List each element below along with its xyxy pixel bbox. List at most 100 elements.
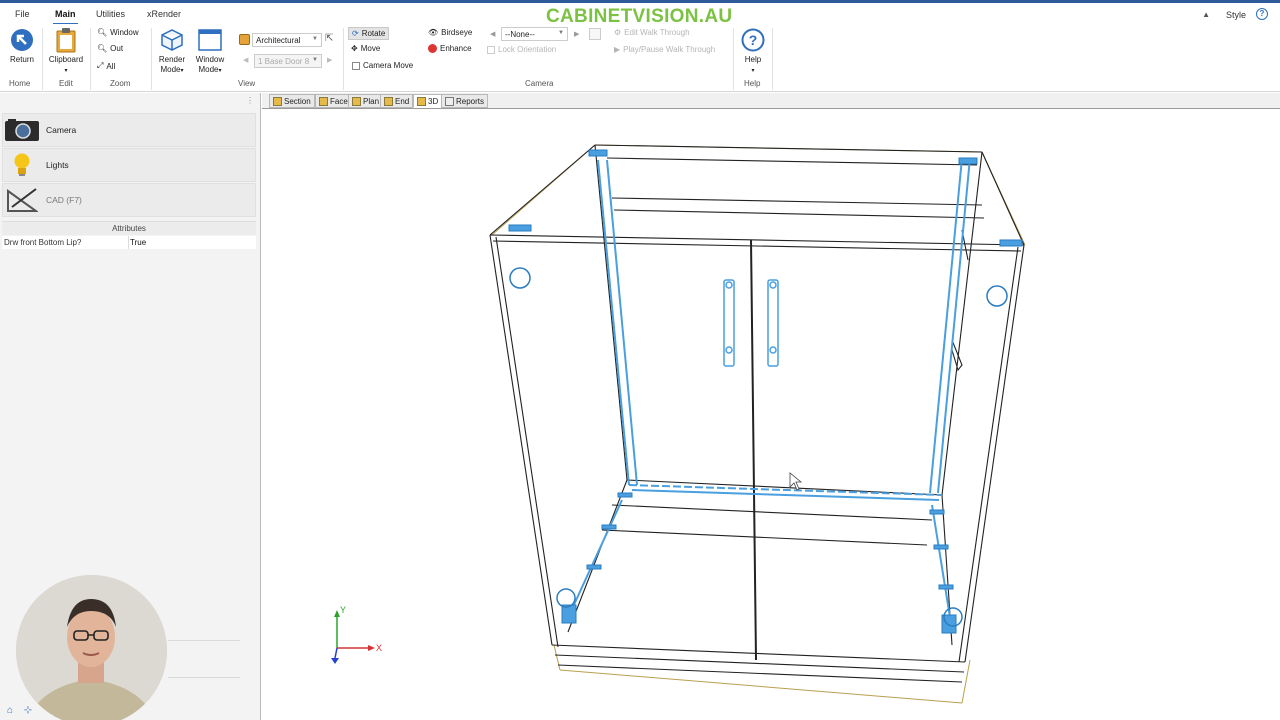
camera-icon [3,115,41,145]
z-axis-line [334,647,338,659]
cabinet-frame [489,144,1025,683]
zoom-window-label: Window [110,28,139,37]
end-view-icon [384,96,393,106]
edit-preset-icon[interactable] [589,28,601,40]
play-walk-through-button[interactable]: ▶ Play/Pause Walk Through [614,45,715,54]
ribbon-separator [42,28,43,90]
faded-field-line [168,677,240,678]
help-circle-icon: ? [741,28,765,52]
prev-preset-icon[interactable]: ◀ [490,30,495,38]
ribbon: Return Home Clipboard ▾ Edit 🔍︎ Window 🔍︎ O… [0,24,1280,92]
view-style-select[interactable]: Architectural ▼ [252,33,322,47]
window-mode-label: Window [195,55,225,64]
camera-preset-select[interactable]: --None-- ▼ [501,27,568,41]
ribbon-separator [343,28,344,90]
enhance-icon [428,44,437,53]
presenter-webcam [16,575,167,720]
zoom-out-icon: 🔍︎ [97,44,108,53]
camera-move-check-icon [352,61,360,70]
attributes-header: Attributes [2,221,256,235]
z-axis-arrow [331,658,339,664]
architectural-style-icon [239,34,250,45]
tab-3d[interactable]: 3D [413,94,443,108]
camera-move-checkbox[interactable]: Camera Move [352,61,413,70]
menu-tab-main[interactable]: Main [53,9,77,25]
section-view-icon [273,96,282,106]
return-button[interactable]: Return [6,28,38,65]
home-icon[interactable]: ⌂ [4,705,16,717]
tab-end[interactable]: End [380,94,414,108]
object-select-value: 1 Base Door 8 [258,57,310,66]
panel-grip-icon[interactable]: ⋮ [246,96,254,105]
enhance-button[interactable]: Enhance [428,44,472,53]
menu-tab-file[interactable]: File [15,9,30,19]
menu-tab-xrender[interactable]: xRender [147,9,181,19]
ribbon-separator [772,28,773,90]
panel-item-lights[interactable]: Lights [2,148,256,182]
help-label: Help [744,55,762,64]
menu-tab-utilities[interactable]: Utilities [96,9,125,19]
clipboard-button[interactable]: Clipboard ▾ [46,28,86,76]
reports-icon [445,96,454,106]
rotate-button[interactable]: ⟳ Rotate [348,27,390,40]
3d-view-icon [417,96,426,106]
move-icon: ✥ [351,44,358,53]
walk-edit-icon: ⚙ [614,28,622,37]
tab-plan[interactable]: Plan [348,94,384,108]
next-preset-icon[interactable]: ▶ [574,30,579,38]
ribbon-separator [151,28,152,90]
collapse-ribbon-icon[interactable]: ▲ [1202,10,1210,19]
cabinet-wireframe[interactable]: Y X [262,110,1280,720]
panel-item-label: CAD (F7) [46,195,82,205]
render-cube-icon [160,28,184,52]
panel-item-cad[interactable]: CAD (F7) [2,183,256,217]
eye-icon: 👁︎ [428,28,439,37]
render-mode-label: Render [158,55,186,64]
pick-view-icon[interactable]: ⇱ [325,33,333,44]
group-label-edit: Edit [59,79,73,88]
zoom-window-icon: 🔍︎ [97,28,108,37]
birdseye-button[interactable]: 👁︎ Birdseye [428,28,472,37]
render-mode-button[interactable]: Render Mode▾ [155,28,189,76]
object-select[interactable]: 1 Base Door 8 ▼ [254,54,322,68]
crop-icon[interactable]: ⊹ [22,705,34,717]
axis-gizmo: Y X [331,605,382,664]
attribute-row[interactable]: Drw front Bottom Lip? True [2,236,256,249]
panel-item-label: Lights [46,160,69,170]
zoom-out-button[interactable]: 🔍︎ Out [97,44,123,53]
tab-face[interactable]: Face [315,94,352,108]
3d-viewport[interactable]: Y X [262,110,1280,720]
panel-item-camera[interactable]: Camera [2,113,256,147]
window-mode-label-2: Mode [198,65,219,74]
style-menu[interactable]: Style [1226,10,1246,20]
clipboard-icon [54,28,78,53]
zoom-all-button[interactable]: ⤢ All [97,61,115,71]
ribbon-separator [90,28,91,90]
play-walk-label: Play/Pause Walk Through [623,45,716,54]
lock-orientation-checkbox[interactable]: Lock Orientation [487,45,556,54]
zoom-window-button[interactable]: 🔍︎ Window [97,28,139,37]
rotate-icon: ⟳ [352,29,359,38]
help-button[interactable]: ? Help ▾ [738,28,768,76]
tab-reports[interactable]: Reports [441,94,489,108]
move-button[interactable]: ✥ Move [351,44,380,53]
window-mode-button[interactable]: Window Mode▾ [192,28,228,76]
set-square-icon [3,185,41,215]
tab-label: Face [330,96,348,106]
tab-section[interactable]: Section [269,94,315,108]
view-tab-bar: Section Face Plan End 3D Reports [262,93,1280,109]
menu-bar: File Main Utilities xRender CABINETVISIO… [0,0,1280,27]
presenter-image [16,575,167,720]
return-icon [10,28,34,52]
move-label: Move [360,44,381,53]
next-object-icon[interactable]: ▶ [327,56,332,64]
enhance-label: Enhance [440,44,472,53]
group-label-zoom: Zoom [110,79,131,88]
help-icon[interactable]: ? [1256,8,1268,20]
attribute-value[interactable]: True [130,238,146,247]
prev-object-icon[interactable]: ◀ [243,56,248,64]
edit-walk-through-button[interactable]: ⚙ Edit Walk Through [614,28,690,37]
attribute-divider [128,236,129,249]
tab-label: End [395,96,410,106]
axis-label-y: Y [340,605,346,615]
